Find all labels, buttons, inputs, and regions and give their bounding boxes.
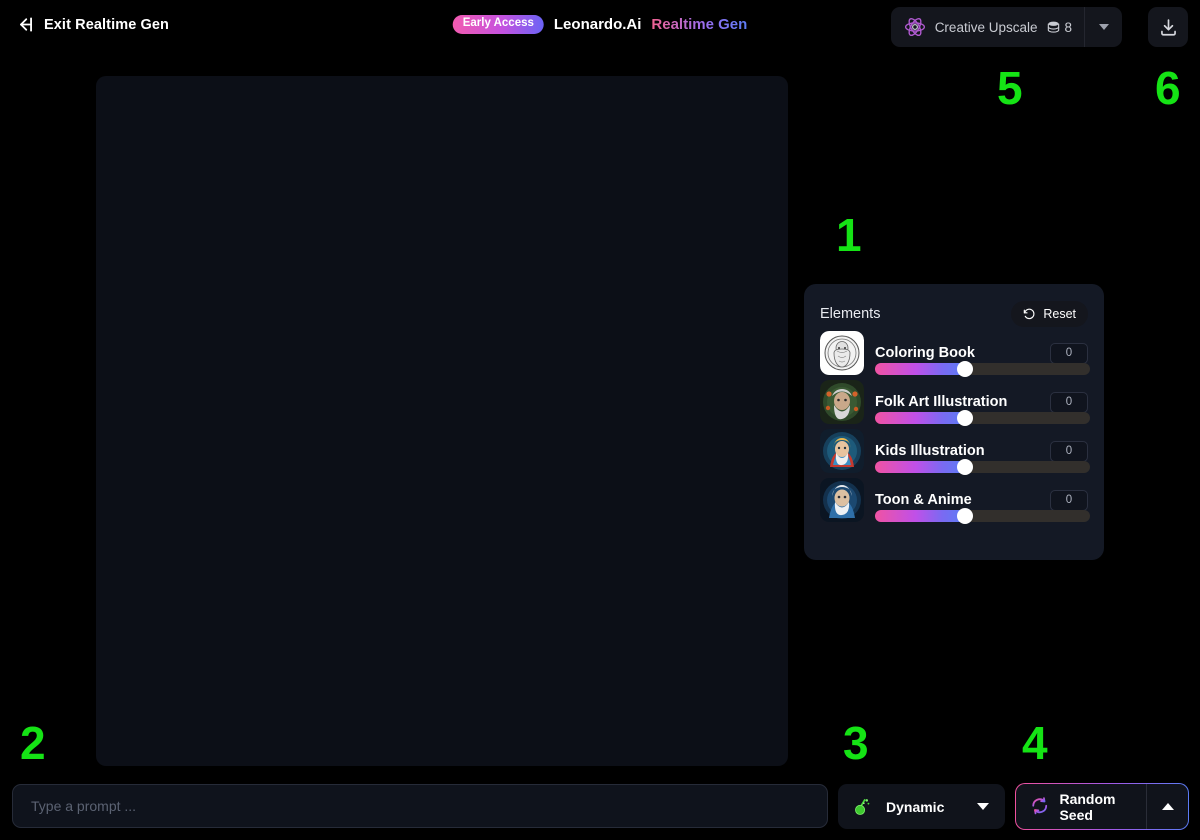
slider-thumb[interactable]: [957, 361, 974, 377]
element-name: Toon & Anime: [875, 492, 972, 508]
elements-panel: Elements Reset Coloring Book 0 Folk Art …: [804, 284, 1104, 560]
folk-art-thumbnail[interactable]: [820, 380, 864, 424]
chevron-down-icon: [977, 803, 989, 810]
download-button[interactable]: [1148, 7, 1188, 47]
page-title: Elements: [820, 305, 881, 322]
random-seed-dropdown-button[interactable]: [1146, 784, 1188, 829]
element-name: Coloring Book: [875, 345, 975, 361]
exit-realtime-gen-button[interactable]: Exit Realtime Gen: [14, 14, 169, 35]
slider-fill: [875, 363, 966, 375]
element-slider[interactable]: [875, 508, 1090, 524]
creative-upscale-control: Creative Upscale 8: [890, 7, 1122, 47]
element-value[interactable]: 0: [1050, 440, 1088, 462]
reset-label: Reset: [1043, 306, 1076, 321]
annotation-6: 6: [1155, 62, 1181, 114]
creative-upscale-label: Creative Upscale: [934, 19, 1038, 35]
slider-thumb[interactable]: [957, 410, 974, 426]
element-value[interactable]: 0: [1050, 489, 1088, 511]
arrow-left-to-bar-icon: [14, 14, 35, 35]
brand-subtitle: Realtime Gen: [651, 15, 748, 33]
reset-button[interactable]: Reset: [1010, 299, 1089, 328]
element-slider[interactable]: [875, 459, 1090, 475]
dynamic-mode-dropdown[interactable]: Dynamic: [838, 784, 1005, 829]
random-seed-button[interactable]: Random Seed: [1016, 784, 1146, 829]
random-seed-label: Random Seed: [1059, 790, 1116, 823]
annotation-3: 3: [843, 717, 869, 769]
annotation-4: 4: [1022, 717, 1048, 769]
element-slider[interactable]: [875, 410, 1090, 426]
elements-panel-header: Elements Reset: [820, 299, 1089, 328]
potion-flask-icon: [853, 797, 873, 817]
annotation-2: 2: [20, 717, 46, 769]
annotation-1: 1: [836, 209, 862, 261]
creative-upscale-dropdown-button[interactable]: [1084, 7, 1122, 47]
brand-title-group: Early Access Leonardo.Ai Realtime Gen: [452, 15, 748, 34]
element-row: Coloring Book 0: [820, 331, 1090, 377]
early-access-badge: Early Access: [452, 15, 544, 34]
generation-canvas[interactable]: [96, 76, 788, 766]
chevron-up-icon: [1161, 803, 1174, 810]
exit-label: Exit Realtime Gen: [44, 16, 169, 33]
element-value[interactable]: 0: [1050, 342, 1088, 364]
slider-fill: [875, 461, 966, 473]
chevron-down-icon: [1098, 24, 1109, 30]
random-seed-control: Random Seed: [1016, 784, 1188, 829]
undo-arrow-icon: [1022, 307, 1036, 321]
element-row: Kids Illustration 0: [820, 429, 1090, 475]
element-row: Toon & Anime 0: [820, 478, 1090, 524]
slider-thumb[interactable]: [957, 459, 974, 475]
dynamic-label: Dynamic: [886, 798, 945, 815]
top-header-bar: Exit Realtime Gen Early Access Leonardo.…: [0, 0, 1200, 54]
annotation-5: 5: [997, 62, 1023, 114]
kids-illustration-thumbnail[interactable]: [820, 429, 864, 473]
toon-anime-thumbnail[interactable]: [820, 478, 864, 522]
brand-name: Leonardo.Ai: [553, 15, 642, 33]
token-count-label: 8: [1064, 19, 1072, 35]
slider-thumb[interactable]: [957, 508, 974, 524]
creative-upscale-button[interactable]: Creative Upscale 8: [891, 7, 1084, 47]
element-name: Folk Art Illustration: [875, 394, 1008, 410]
download-icon: [1158, 17, 1179, 38]
element-row: Folk Art Illustration 0: [820, 380, 1090, 426]
realtime-gen-app: Exit Realtime Gen Early Access Leonardo.…: [0, 0, 1200, 840]
element-value[interactable]: 0: [1050, 391, 1088, 413]
element-name: Kids Illustration: [875, 443, 985, 459]
atom-icon: [904, 16, 926, 38]
refresh-icon: [1030, 796, 1049, 817]
coloring-book-thumbnail[interactable]: [820, 331, 864, 375]
slider-fill: [875, 510, 966, 522]
token-cost: 8: [1046, 20, 1072, 35]
slider-fill: [875, 412, 966, 424]
element-slider[interactable]: [875, 361, 1090, 377]
coin-stack-icon: [1046, 20, 1061, 34]
prompt-input[interactable]: [12, 784, 828, 828]
